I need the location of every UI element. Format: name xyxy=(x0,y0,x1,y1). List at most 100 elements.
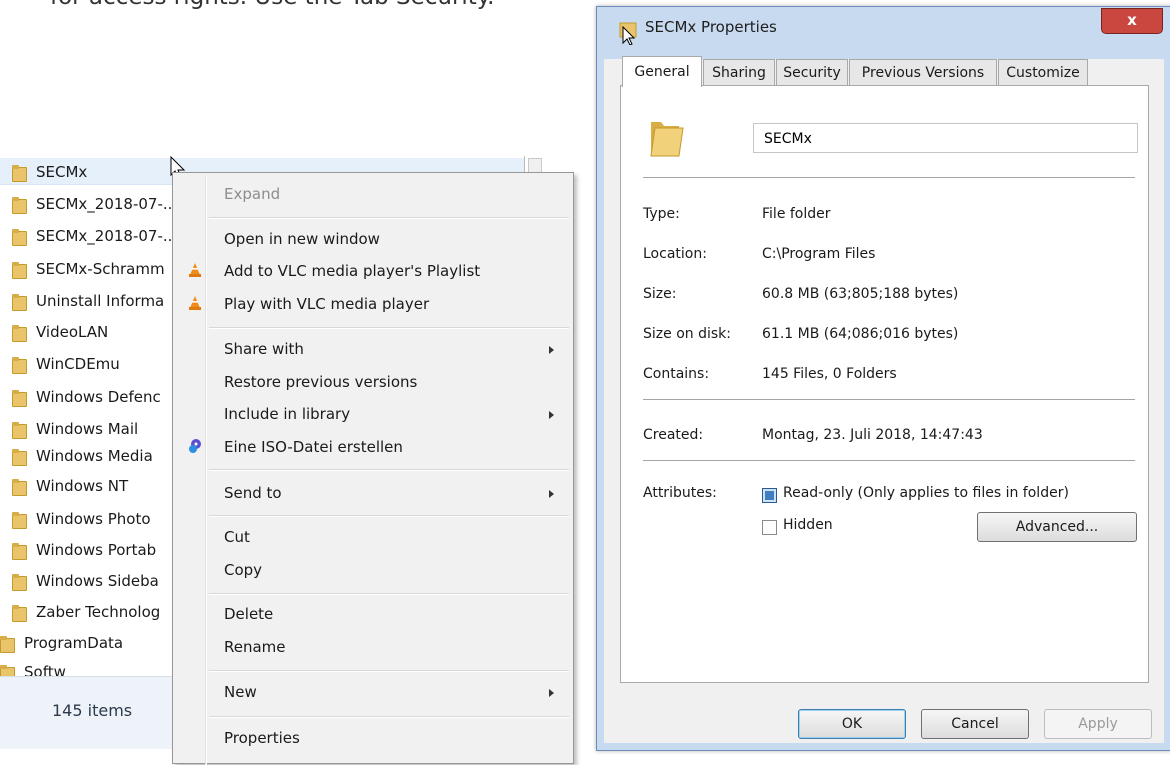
ok-button[interactable]: OK xyxy=(798,709,906,739)
tree-item[interactable]: SECMx_2018-07-... xyxy=(12,190,177,218)
tab-customize[interactable]: Customize xyxy=(998,59,1088,86)
size-value: 60.8 MB (63;805;188 bytes) xyxy=(762,286,959,302)
tree-item[interactable]: Windows Portab xyxy=(12,536,156,564)
menu-item-create-iso[interactable]: Eine ISO-Datei erstellen xyxy=(224,438,403,456)
menu-separator xyxy=(209,716,569,718)
menu-separator xyxy=(209,515,569,517)
type-label: Type: xyxy=(643,206,680,222)
menu-item-properties[interactable]: Properties xyxy=(224,729,300,747)
folder-icon xyxy=(12,325,27,342)
tree-item-label: ProgramData xyxy=(24,634,124,652)
menu-item-share-with[interactable]: Share with xyxy=(224,340,304,358)
submenu-arrow-icon xyxy=(549,346,554,354)
hidden-label[interactable]: Hidden xyxy=(783,517,833,533)
item-count: 145 items xyxy=(52,701,133,720)
size-on-disk-value: 61.1 MB (64;086;016 bytes) xyxy=(762,326,959,342)
tree-item[interactable]: Uninstall Informa xyxy=(12,287,164,315)
menu-item-delete[interactable]: Delete xyxy=(224,605,273,623)
dialog-client-area: General Sharing Security Previous Versio… xyxy=(604,56,1164,743)
folder-icon xyxy=(12,479,27,496)
vlc-icon xyxy=(189,296,201,310)
location-value: C:\Program Files xyxy=(762,246,876,262)
submenu-arrow-icon xyxy=(549,411,554,419)
folder-icon xyxy=(12,449,27,466)
general-tab-page: SECMx Type: File folder Location: C:\Pro… xyxy=(620,85,1149,683)
menu-item-copy[interactable]: Copy xyxy=(224,561,262,579)
tree-item-label: Windows Sideba xyxy=(36,572,159,590)
tree-item[interactable]: SECMx-Schramm xyxy=(12,255,165,283)
folder-icon xyxy=(12,512,27,529)
folder-icon xyxy=(12,605,27,622)
tab-previous-versions[interactable]: Previous Versions xyxy=(849,59,997,86)
menu-item-play-vlc[interactable]: Play with VLC media player xyxy=(224,295,429,313)
tree-item[interactable]: Windows Media xyxy=(12,442,153,470)
folder-name-field[interactable]: SECMx xyxy=(753,123,1138,153)
folder-icon xyxy=(12,197,27,214)
contains-label: Contains: xyxy=(643,366,710,382)
folder-icon xyxy=(12,422,27,439)
tree-item-label: Uninstall Informa xyxy=(36,292,165,310)
tree-item[interactable]: Windows NT xyxy=(12,472,128,500)
folder-icon xyxy=(650,122,684,157)
folder-icon xyxy=(12,390,27,407)
cancel-button[interactable]: Cancel xyxy=(921,709,1029,739)
tree-item-label: SECMx_2018-07-... xyxy=(36,227,178,245)
tree-item-label: Windows Photo xyxy=(36,510,151,528)
folder-icon xyxy=(12,294,27,311)
hidden-checkbox[interactable] xyxy=(762,520,777,535)
instruction-text: for access rights. Use the Tab Security. xyxy=(50,0,494,10)
folder-icon xyxy=(12,357,27,374)
menu-item-open-new-window[interactable]: Open in new window xyxy=(224,230,380,248)
menu-item-expand[interactable]: Expand xyxy=(224,185,280,203)
vlc-icon xyxy=(189,263,201,277)
tree-item[interactable]: Windows Defenc xyxy=(12,383,161,411)
tab-general[interactable]: General xyxy=(622,56,702,87)
tree-item[interactable]: WinCDEmu xyxy=(12,350,120,378)
folder-icon xyxy=(12,543,27,560)
tree-item-label: Windows NT xyxy=(36,477,129,495)
divider xyxy=(643,177,1135,178)
menu-icon-gutter xyxy=(205,175,207,765)
tree-item-label: VideoLAN xyxy=(36,323,109,341)
apply-button[interactable]: Apply xyxy=(1044,709,1152,739)
folder-icon xyxy=(12,165,27,182)
tree-item-label: Windows Mail xyxy=(36,420,139,438)
menu-item-cut[interactable]: Cut xyxy=(224,528,250,546)
menu-item-rename[interactable]: Rename xyxy=(224,638,286,656)
size-label: Size: xyxy=(643,286,677,302)
menu-separator xyxy=(209,593,569,595)
tree-item-programdata[interactable]: ProgramData xyxy=(0,629,123,657)
tree-item[interactable]: VideoLAN xyxy=(12,318,108,346)
tree-item-label: Windows Defenc xyxy=(36,388,161,406)
readonly-checkbox[interactable] xyxy=(762,488,777,503)
tree-item-label: Windows Media xyxy=(36,447,153,465)
close-button[interactable]: x xyxy=(1101,8,1163,34)
wincdemu-icon xyxy=(189,439,201,453)
tree-item[interactable]: Windows Photo xyxy=(12,505,151,533)
created-label: Created: xyxy=(643,427,704,443)
menu-item-send-to[interactable]: Send to xyxy=(224,484,282,502)
tree-item[interactable]: Zaber Technolog xyxy=(12,598,160,626)
dialog-title: SECMx Properties xyxy=(645,18,777,36)
divider xyxy=(643,460,1135,461)
size-on-disk-label: Size on disk: xyxy=(643,326,731,342)
divider xyxy=(643,399,1135,400)
tree-item-label: WinCDEmu xyxy=(36,355,120,373)
tree-item[interactable]: Windows Sideba xyxy=(12,567,159,595)
menu-item-restore-previous-versions[interactable]: Restore previous versions xyxy=(224,373,417,391)
tab-sharing[interactable]: Sharing xyxy=(703,59,775,86)
tree-item-label: SECMx_2018-07-... xyxy=(36,195,178,213)
menu-item-add-vlc-playlist[interactable]: Add to VLC media player's Playlist xyxy=(224,262,480,280)
folder-icon xyxy=(12,262,27,279)
tree-item[interactable]: SECMx_2018-07-... xyxy=(12,222,177,250)
folder-icon xyxy=(0,636,15,653)
readonly-label[interactable]: Read-only (Only applies to files in fold… xyxy=(783,485,1069,501)
menu-item-include-in-library[interactable]: Include in library xyxy=(224,405,350,423)
tree-item-label: SECMx-Schramm xyxy=(36,260,165,278)
tree-item[interactable]: Windows Mail xyxy=(12,415,138,443)
tree-item-secmx[interactable]: SECMx xyxy=(12,158,87,186)
advanced-button[interactable]: Advanced... xyxy=(977,512,1137,542)
menu-separator xyxy=(209,469,569,471)
menu-item-new[interactable]: New xyxy=(224,683,257,701)
tab-security[interactable]: Security xyxy=(776,59,848,86)
